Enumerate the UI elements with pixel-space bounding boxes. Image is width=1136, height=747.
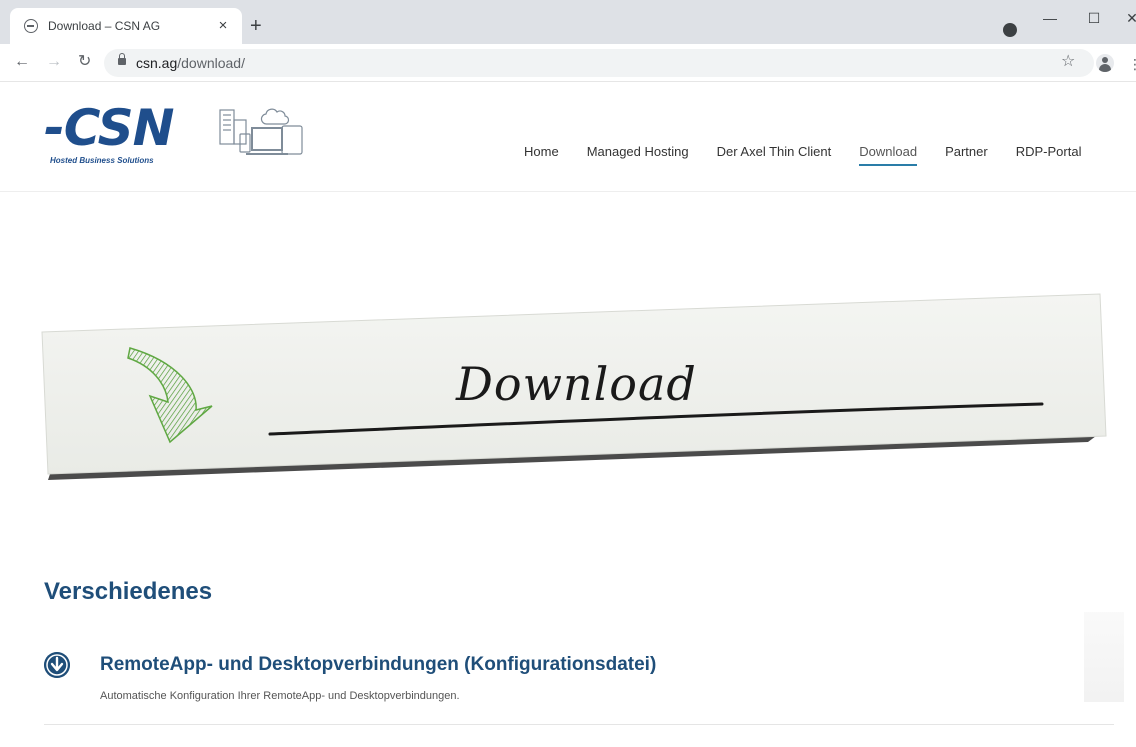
- scroll-shadow: [1084, 612, 1124, 702]
- nav-rdp-portal[interactable]: RDP-Portal: [1016, 144, 1082, 166]
- url-text: csn.ag/download/: [136, 55, 245, 71]
- divider: [44, 724, 1114, 725]
- maximize-button[interactable]: ☐: [1082, 10, 1106, 27]
- download-circle-icon[interactable]: [44, 652, 70, 678]
- nav-download[interactable]: Download: [859, 144, 918, 166]
- back-arrow-icon[interactable]: ←: [14, 53, 30, 71]
- extension-icon[interactable]: [1003, 23, 1017, 37]
- main-navigation: Home Managed Hosting Der Axel Thin Clien…: [524, 144, 1109, 166]
- devices-illustration-icon: [219, 108, 303, 155]
- globe-icon: [24, 19, 38, 33]
- new-tab-button[interactable]: +: [250, 16, 262, 36]
- download-banner: Download: [41, 293, 1107, 480]
- download-link[interactable]: RemoteApp- und Desktopverbindungen (Konf…: [100, 654, 656, 676]
- minimize-button[interactable]: —: [1038, 10, 1062, 26]
- section-title: Verschiedenes: [44, 578, 213, 605]
- download-description: Automatische Konfiguration Ihrer RemoteA…: [100, 690, 460, 702]
- account-icon[interactable]: [1096, 54, 1114, 72]
- browser-tabstrip: Download – CSN AG × + — ☐ ✕: [0, 0, 1136, 44]
- browser-toolbar: ← → ↻ csn.ag/download/ ☆ ⋮: [0, 44, 1136, 82]
- forward-arrow-icon[interactable]: →: [46, 53, 62, 71]
- banner-text: Download: [455, 357, 697, 411]
- nav-thin-client[interactable]: Der Axel Thin Client: [717, 144, 832, 166]
- lock-icon: [118, 53, 126, 65]
- reload-icon[interactable]: ↻: [78, 53, 91, 71]
- logo-tagline: Hosted Business Solutions: [50, 156, 154, 165]
- browser-tab[interactable]: Download – CSN AG ×: [10, 8, 242, 44]
- site-header: -CSN Hosted Business Solutions Home Mana…: [0, 82, 1136, 192]
- logo-wordmark: -CSN: [44, 99, 175, 157]
- close-window-button[interactable]: ✕: [1120, 10, 1136, 27]
- tab-close-icon[interactable]: ×: [214, 17, 232, 35]
- csn-logo[interactable]: -CSN Hosted Business Solutions: [44, 100, 184, 170]
- nav-managed-hosting[interactable]: Managed Hosting: [587, 144, 689, 166]
- nav-partner[interactable]: Partner: [945, 144, 988, 166]
- browser-menu-icon[interactable]: ⋮: [1128, 56, 1136, 73]
- tab-title: Download – CSN AG: [48, 19, 161, 33]
- bookmark-star-icon[interactable]: ☆: [1061, 53, 1075, 71]
- address-bar[interactable]: csn.ag/download/: [104, 49, 1094, 77]
- nav-home[interactable]: Home: [524, 144, 559, 166]
